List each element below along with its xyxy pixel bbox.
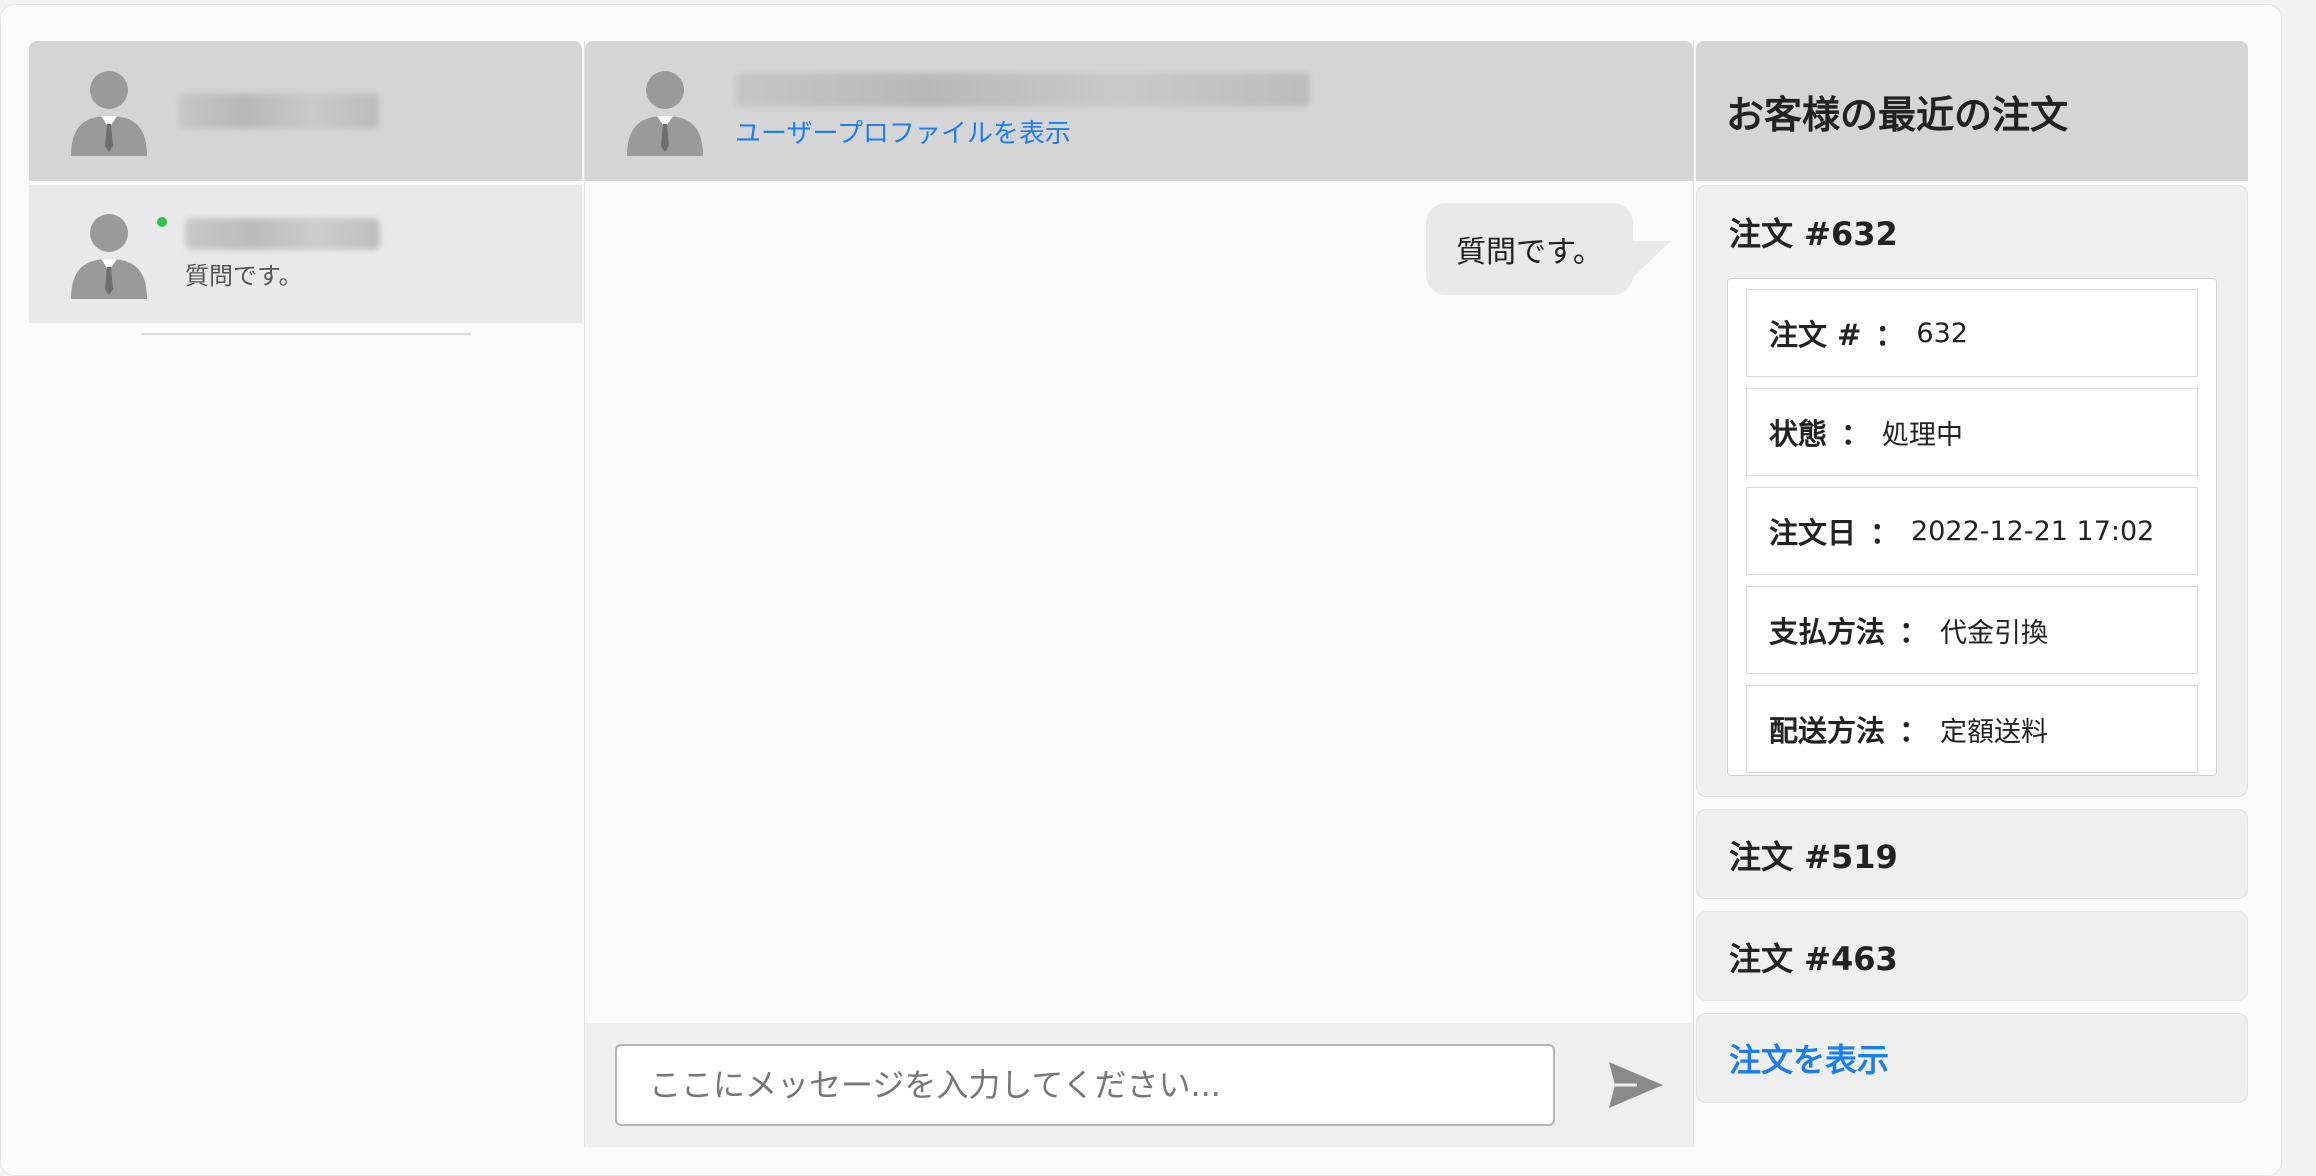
detail-colon: ： [1870, 516, 1900, 550]
order-detail-row: 注文 # ： 632 [1746, 289, 2198, 377]
detail-value: 代金引換 [1940, 617, 2049, 649]
orders-panel: お客様の最近の注文 注文 #632 注文 # ： 632 状態 ： 処理中 注文… [1696, 41, 2248, 1147]
user-avatar-icon [71, 71, 147, 156]
detail-colon: ： [1875, 318, 1905, 352]
detail-value: 2022-12-21 17:02 [1911, 515, 2155, 547]
customer-name-redacted [735, 72, 1310, 107]
view-profile-link[interactable]: ユーザープロファイルを表示 [735, 113, 1310, 150]
send-icon[interactable] [1607, 1060, 1665, 1110]
order-details: 注文 # ： 632 状態 ： 処理中 注文日 ： 2022-12-21 17:… [1727, 278, 2217, 776]
order-detail-row: 注文日 ： 2022-12-21 17:02 [1746, 487, 2198, 575]
message-bubble: 質問です。 [1426, 203, 1633, 295]
detail-value: 632 [1916, 317, 1968, 349]
detail-value: 定額送料 [1940, 716, 2049, 748]
customer-name-redacted [185, 217, 380, 250]
detail-label: 注文日 [1769, 516, 1857, 550]
message-composer [585, 1023, 1693, 1147]
orders-panel-title: お客様の最近の注文 [1696, 41, 2248, 181]
user-avatar-icon [71, 214, 147, 299]
chat-panel: ユーザープロファイルを表示 質問です。 [584, 41, 1694, 1147]
message-list: 質問です。 [585, 181, 1693, 1023]
online-status-dot [157, 217, 167, 227]
detail-label: 注文 # [1769, 318, 1862, 352]
app-window: 質問です。 ユーザープロファイルを表示 質問です。 ここにメッセージを入力してく… [0, 4, 2282, 1176]
order-detail-row: 配送方法 ： 定額送料 [1746, 685, 2198, 773]
conversation-preview: 質問です。 [185, 261, 303, 290]
view-orders-card: 注文を表示 [1696, 1013, 2248, 1103]
agent-name-redacted [179, 93, 379, 129]
order-card: 注文 #632 注文 # ： 632 状態 ： 処理中 注文日 ： 2022-1… [1696, 185, 2248, 797]
order-detail-row: 状態 ： 処理中 [1746, 388, 2198, 476]
view-orders-link[interactable]: 注文を表示 [1729, 1035, 1889, 1081]
detail-label: 状態 [1769, 417, 1828, 451]
conversation-item[interactable]: 質問です。 [29, 185, 582, 323]
message-input[interactable] [615, 1044, 1555, 1126]
user-avatar-icon [627, 71, 703, 156]
agent-header [29, 41, 582, 181]
detail-label: 配送方法 [1769, 714, 1886, 748]
list-divider [140, 333, 471, 335]
order-title-toggle[interactable]: 注文 #519 [1697, 810, 2247, 900]
order-card: 注文 #463 [1696, 911, 2248, 1001]
detail-label: 支払方法 [1769, 615, 1886, 649]
chat-header: ユーザープロファイルを表示 [585, 41, 1693, 181]
detail-value: 処理中 [1882, 419, 1964, 451]
detail-colon: ： [1899, 714, 1929, 748]
detail-colon: ： [1899, 615, 1929, 649]
bubble-tail [1631, 241, 1671, 279]
order-title-toggle[interactable]: 注文 #463 [1697, 912, 2247, 1002]
order-card: 注文 #519 [1696, 809, 2248, 899]
detail-colon: ： [1841, 417, 1871, 451]
conversation-sidebar: 質問です。 [29, 41, 582, 1147]
order-detail-row: 支払方法 ： 代金引換 [1746, 586, 2198, 674]
order-title-toggle[interactable]: 注文 #632 [1697, 186, 2247, 278]
